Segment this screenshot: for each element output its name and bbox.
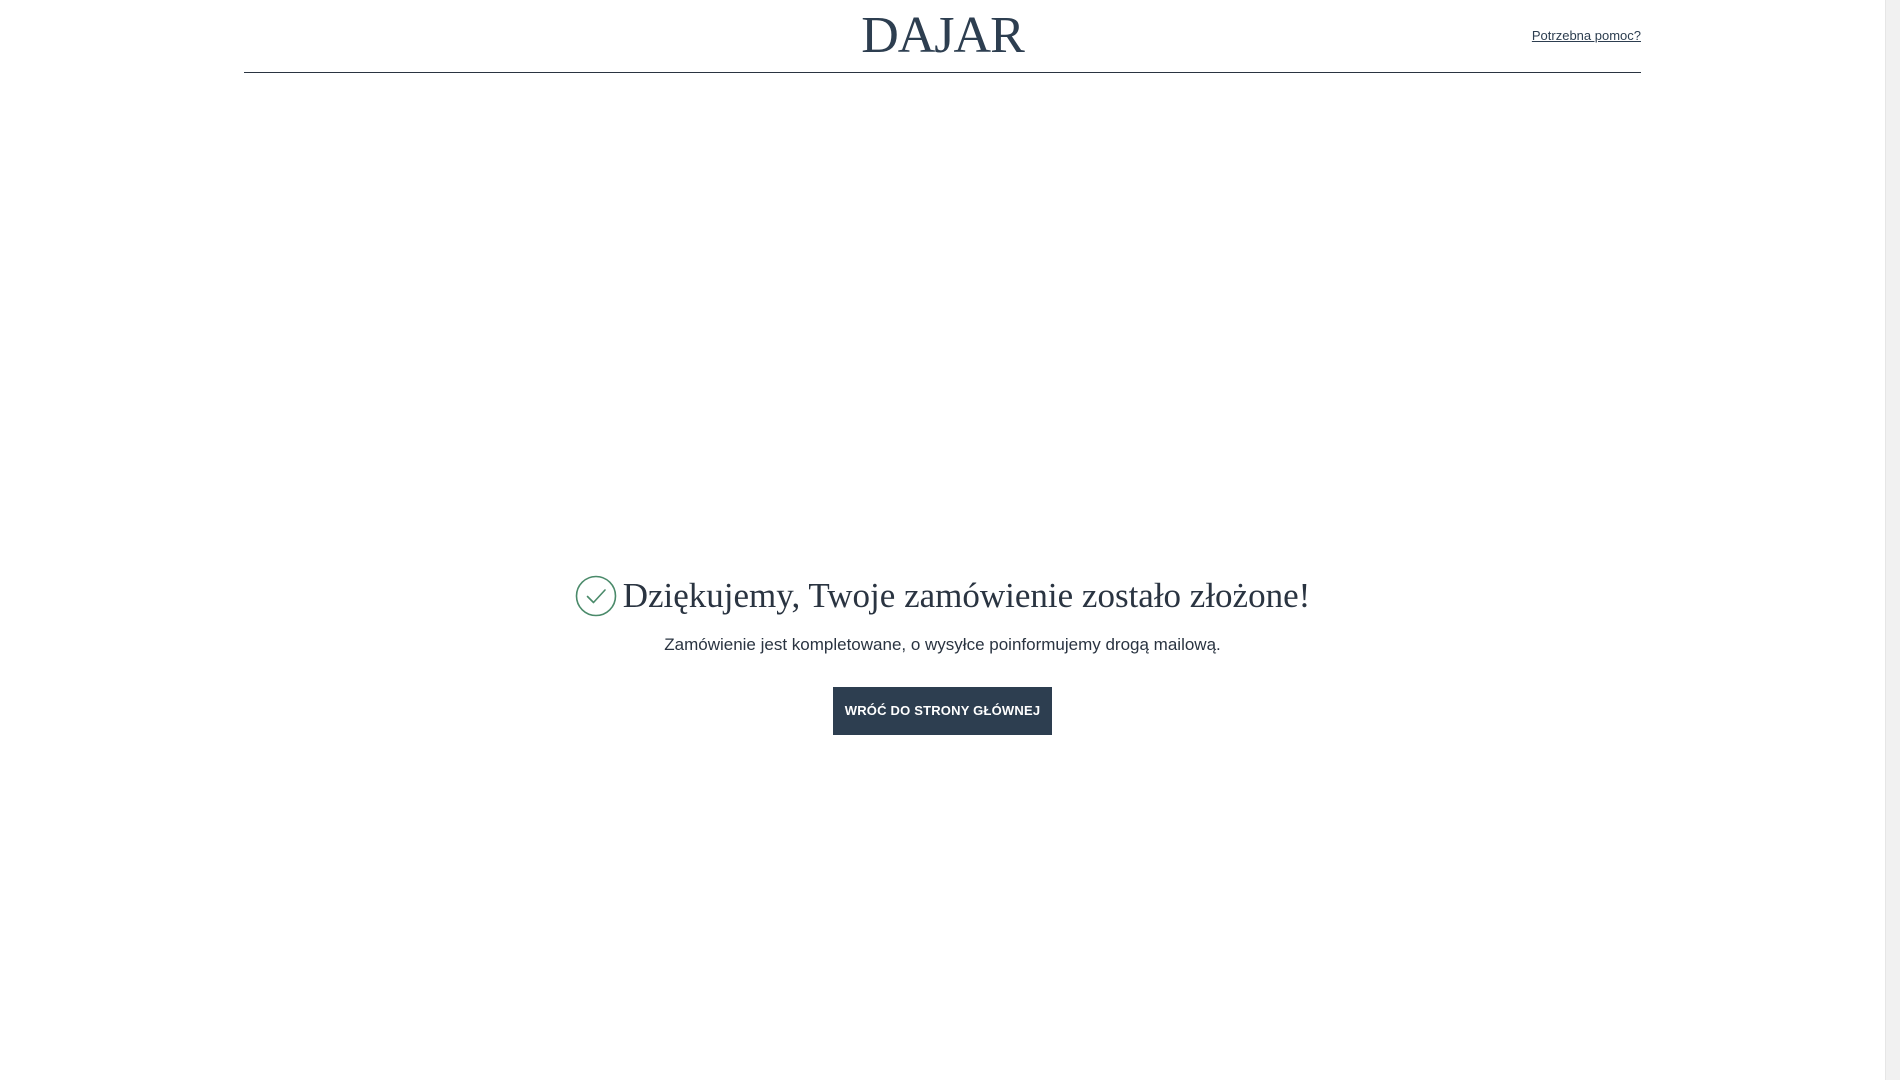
vertical-scrollbar[interactable] <box>1885 0 1900 1080</box>
confirmation-title: Dziękujemy, Twoje zamówienie zostało zło… <box>622 576 1311 615</box>
back-to-home-button[interactable]: WRÓĆ DO STRONY GŁÓWNEJ <box>832 687 1053 735</box>
confirmation-title-row: Dziękujemy, Twoje zamówienie zostało zło… <box>244 574 1641 618</box>
dajar-logo[interactable]: DAJAR <box>244 6 1641 66</box>
site-header: DAJAR Potrzebna pomoc? <box>244 0 1641 73</box>
confirmation-message: Zamówienie jest kompletowane, o wysyłce … <box>664 635 1221 654</box>
check-circle-icon <box>575 575 617 617</box>
help-link[interactable]: Potrzebna pomoc? <box>1532 28 1641 43</box>
order-confirmation: Dziękujemy, Twoje zamówienie zostało zło… <box>244 574 1641 735</box>
page: DAJAR Potrzebna pomoc? Dziękujemy, Twoje… <box>0 0 1900 1080</box>
